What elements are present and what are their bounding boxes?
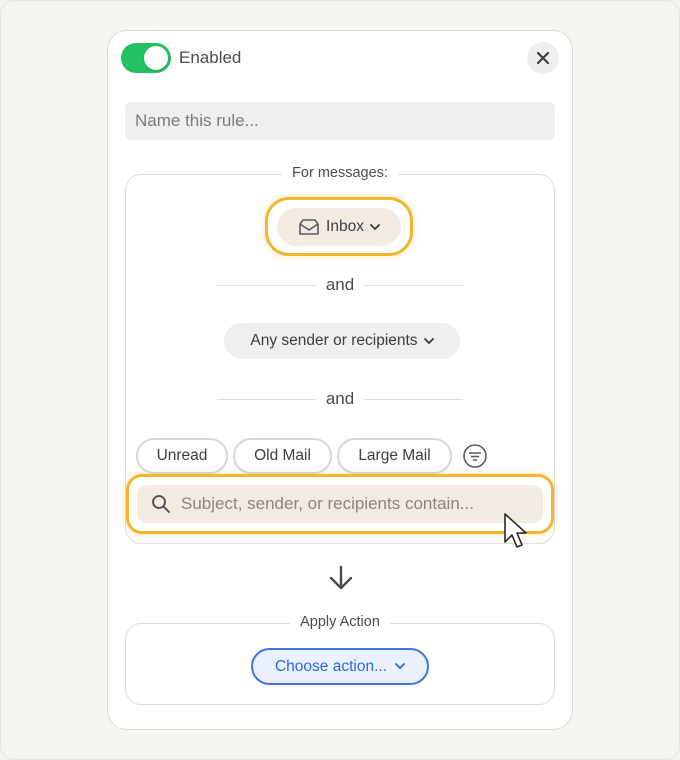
chip-unread[interactable]: Unread bbox=[136, 438, 228, 474]
close-icon bbox=[536, 51, 550, 65]
sender-label: Any sender or recipients bbox=[250, 332, 418, 349]
mailbox-dropdown[interactable]: Inbox bbox=[277, 208, 401, 246]
search-icon bbox=[152, 495, 170, 513]
choose-action-label: Choose action... bbox=[274, 657, 387, 675]
chevron-down-icon bbox=[423, 337, 434, 344]
conditions-panel: For messages: Inbox and Any sender or re… bbox=[125, 165, 555, 544]
conjunction-label: and bbox=[325, 275, 355, 294]
mailbox-label: Inbox bbox=[326, 218, 364, 235]
close-button[interactable] bbox=[527, 42, 559, 74]
action-panel: Apply Action Choose action... bbox=[125, 614, 555, 705]
envelope-icon bbox=[299, 219, 319, 235]
chevron-down-icon bbox=[395, 663, 405, 669]
rule-name-input[interactable] bbox=[125, 102, 555, 140]
and-divider-2: and bbox=[217, 389, 463, 409]
search-input[interactable]: Subject, sender, or recipients contain..… bbox=[137, 485, 543, 523]
conditions-legend: For messages: bbox=[282, 165, 398, 181]
chevron-down-icon bbox=[370, 223, 380, 230]
action-legend: Apply Action bbox=[290, 614, 390, 630]
search-placeholder: Subject, sender, or recipients contain..… bbox=[181, 494, 474, 513]
filter-options-button[interactable] bbox=[462, 443, 488, 469]
enabled-label: Enabled bbox=[179, 48, 242, 67]
chip-large-mail[interactable]: Large Mail bbox=[337, 438, 452, 474]
filter-icon bbox=[463, 444, 487, 468]
arrow-down-icon bbox=[329, 565, 353, 590]
rule-editor-card: Enabled For messages: Inbox and Any bbox=[107, 30, 573, 730]
and-divider-1: and bbox=[217, 275, 463, 295]
sender-dropdown[interactable]: Any sender or recipients bbox=[224, 323, 460, 359]
conjunction-label: and bbox=[325, 389, 355, 408]
choose-action-button[interactable]: Choose action... bbox=[251, 648, 429, 685]
chip-old-mail[interactable]: Old Mail bbox=[233, 438, 332, 474]
enabled-toggle[interactable] bbox=[121, 43, 171, 73]
toggle-knob bbox=[144, 46, 168, 70]
